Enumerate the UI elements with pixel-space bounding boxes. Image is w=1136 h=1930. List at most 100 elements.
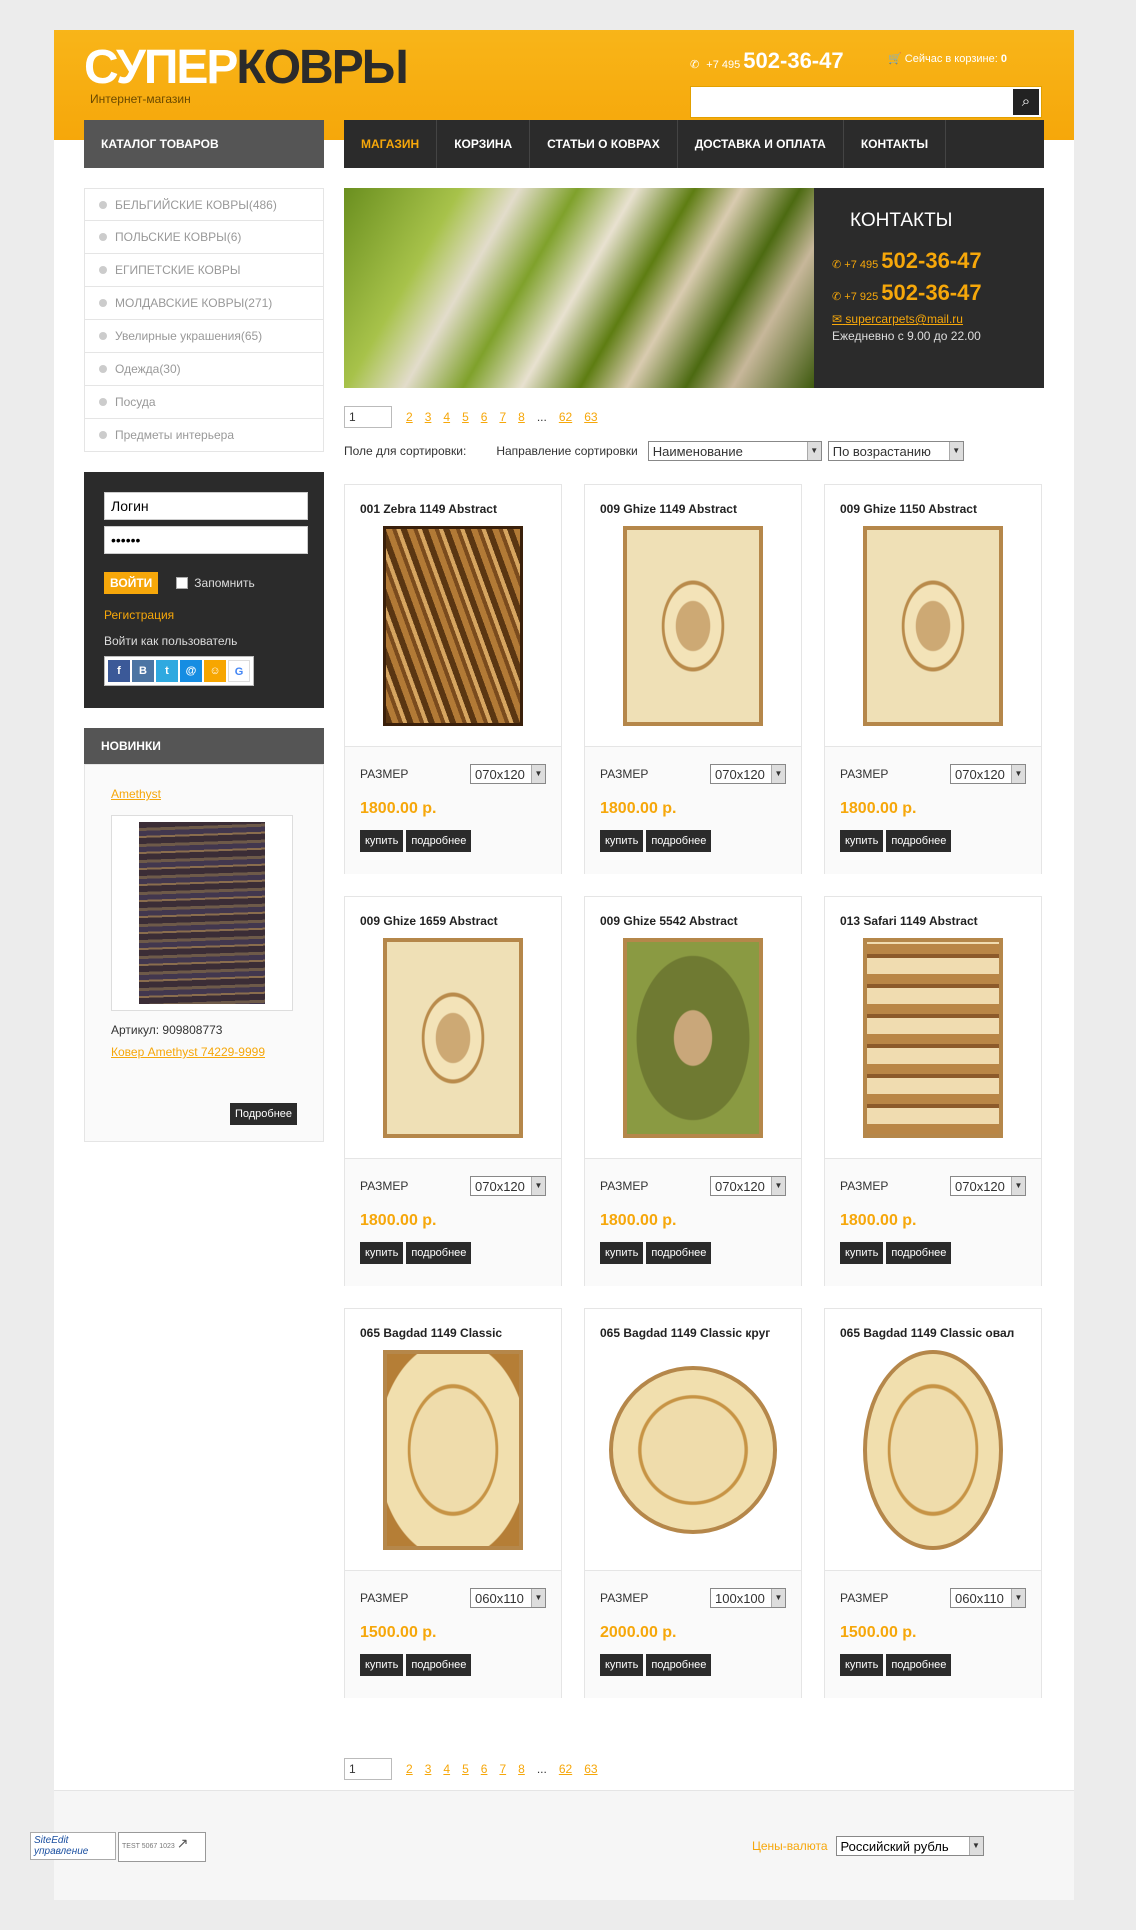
buy-button[interactable]: купить xyxy=(600,830,644,852)
category-item[interactable]: Одежда(30) xyxy=(84,353,324,386)
product-title[interactable]: 009 Ghize 1149 Abstract xyxy=(585,485,801,516)
remember-checkbox[interactable] xyxy=(176,577,189,589)
product-title[interactable]: 013 Safari 1149 Abstract xyxy=(825,897,1041,928)
new-item-image[interactable] xyxy=(111,815,293,1011)
page-link[interactable]: 3 xyxy=(425,1762,432,1776)
username-field[interactable] xyxy=(104,492,308,520)
product-title[interactable]: 009 Ghize 1659 Abstract xyxy=(345,897,561,928)
details-button[interactable]: подробнее xyxy=(406,1654,472,1676)
page-link[interactable]: 2 xyxy=(406,410,413,424)
page-link[interactable]: 63 xyxy=(584,1762,597,1776)
size-select[interactable]: 060x110 ▼ xyxy=(950,1588,1026,1608)
site-logo[interactable]: СУПЕРКОВРЫ xyxy=(84,44,409,92)
counter-badge[interactable]: TEST 5067 1023 ↗ xyxy=(118,1832,206,1862)
size-select[interactable]: 100x100 ▼ xyxy=(710,1588,786,1608)
page-link[interactable]: 7 xyxy=(499,410,506,424)
cart-status[interactable]: 🛒 Сейчас в корзине: 0 xyxy=(888,52,1007,65)
details-button[interactable]: подробнее xyxy=(646,1654,712,1676)
buy-button[interactable]: купить xyxy=(600,1242,644,1264)
product-image[interactable] xyxy=(345,1344,561,1556)
mailru-icon[interactable]: @ xyxy=(180,660,202,682)
facebook-icon[interactable]: f xyxy=(108,660,130,682)
category-item[interactable]: Посуда xyxy=(84,386,324,419)
login-button[interactable]: ВОЙТИ xyxy=(104,572,159,594)
category-item[interactable]: ЕГИПЕТСКИЕ КОВРЫ xyxy=(84,254,324,287)
product-image[interactable] xyxy=(345,932,561,1144)
details-button[interactable]: подробнее xyxy=(886,1242,952,1264)
search-input[interactable] xyxy=(691,87,1011,117)
product-title[interactable]: 009 Ghize 5542 Abstract xyxy=(585,897,801,928)
buy-button[interactable]: купить xyxy=(840,1242,884,1264)
page-link[interactable]: 6 xyxy=(481,410,488,424)
page-link[interactable]: 5 xyxy=(462,1762,469,1776)
page-link[interactable]: 62 xyxy=(559,1762,572,1776)
buy-button[interactable]: купить xyxy=(360,1654,404,1676)
size-select[interactable]: 070x120 ▼ xyxy=(710,1176,786,1196)
details-button[interactable]: подробнее xyxy=(886,1654,952,1676)
odnoklassniki-icon[interactable]: ☺ xyxy=(204,660,226,682)
details-button[interactable]: подробнее xyxy=(886,830,952,852)
category-item[interactable]: Предметы интерьера xyxy=(84,419,324,452)
nav-delivery[interactable]: ДОСТАВКА И ОПЛАТА xyxy=(678,120,844,168)
category-item[interactable]: МОЛДАВСКИЕ КОВРЫ(271) xyxy=(84,287,324,320)
size-select[interactable]: 070x120 ▼ xyxy=(710,764,786,784)
page-link[interactable]: 8 xyxy=(518,1762,525,1776)
category-item[interactable]: БЕЛЬГИЙСКИЕ КОВРЫ(486) xyxy=(84,188,324,221)
product-image[interactable] xyxy=(825,520,1041,732)
product-image[interactable] xyxy=(585,1344,801,1556)
register-link[interactable]: Регистрация xyxy=(104,608,304,622)
search-button[interactable]: ⌕ xyxy=(1013,89,1039,115)
details-button[interactable]: подробнее xyxy=(646,1242,712,1264)
page-link[interactable]: 5 xyxy=(462,410,469,424)
page-link[interactable]: 8 xyxy=(518,410,525,424)
nav-contacts[interactable]: КОНТАКТЫ xyxy=(844,120,947,168)
page-input[interactable]: 1 xyxy=(344,406,392,428)
siteedit-badge[interactable]: SiteEdit управление xyxy=(30,1832,116,1860)
sort-direction-select[interactable]: По возрастанию ▼ xyxy=(827,441,964,461)
category-item[interactable]: Увелирные украшения(65) xyxy=(84,320,324,353)
buy-button[interactable]: купить xyxy=(840,830,884,852)
details-button[interactable]: подробнее xyxy=(646,830,712,852)
product-image[interactable] xyxy=(345,520,561,732)
product-title[interactable]: 065 Bagdad 1149 Classic круг xyxy=(585,1309,801,1340)
category-item[interactable]: ПОЛЬСКИЕ КОВРЫ(6) xyxy=(84,221,324,254)
buy-button[interactable]: купить xyxy=(360,1242,404,1264)
product-title[interactable]: 065 Bagdad 1149 Classic xyxy=(345,1309,561,1340)
product-image[interactable] xyxy=(825,932,1041,1144)
new-item-product-link[interactable]: Ковер Amethyst 74229-9999 xyxy=(111,1045,297,1059)
details-button[interactable]: подробнее xyxy=(406,830,472,852)
nav-cart[interactable]: КОРЗИНА xyxy=(437,120,531,168)
buy-button[interactable]: купить xyxy=(360,830,404,852)
buy-button[interactable]: купить xyxy=(840,1654,884,1676)
google-icon[interactable]: G xyxy=(228,660,250,682)
new-item-more-button[interactable]: Подробнее xyxy=(229,1103,297,1125)
product-title[interactable]: 065 Bagdad 1149 Classic овал xyxy=(825,1309,1041,1340)
page-link[interactable]: 3 xyxy=(425,410,432,424)
page-input[interactable]: 1 xyxy=(344,1758,392,1780)
page-link[interactable]: 63 xyxy=(584,410,597,424)
page-link[interactable]: 4 xyxy=(443,1762,450,1776)
size-select[interactable]: 070x120 ▼ xyxy=(950,1176,1026,1196)
details-button[interactable]: подробнее xyxy=(406,1242,472,1264)
banner-email[interactable]: ✉ supercarpets@mail.ru xyxy=(832,312,1026,326)
twitter-icon[interactable]: t xyxy=(156,660,178,682)
vkontakte-icon[interactable]: B xyxy=(132,660,154,682)
product-image[interactable] xyxy=(825,1344,1041,1556)
size-select[interactable]: 060x110 ▼ xyxy=(470,1588,546,1608)
password-field[interactable] xyxy=(104,526,308,554)
nav-shop[interactable]: МАГАЗИН xyxy=(344,120,438,168)
page-link[interactable]: 6 xyxy=(481,1762,488,1776)
sort-field-select[interactable]: Наименование ▼ xyxy=(647,441,822,461)
page-link[interactable]: 4 xyxy=(443,410,450,424)
product-title[interactable]: 009 Ghize 1150 Abstract xyxy=(825,485,1041,516)
product-image[interactable] xyxy=(585,932,801,1144)
product-image[interactable] xyxy=(585,520,801,732)
size-select[interactable]: 070x120 ▼ xyxy=(950,764,1026,784)
new-item-name-link[interactable]: Amethyst xyxy=(111,787,161,801)
size-select[interactable]: 070x120 ▼ xyxy=(470,1176,546,1196)
page-link[interactable]: 7 xyxy=(499,1762,506,1776)
currency-select[interactable]: Российский рубль ▼ xyxy=(835,1836,984,1856)
product-title[interactable]: 001 Zebra 1149 Abstract xyxy=(345,485,561,516)
size-select[interactable]: 070x120 ▼ xyxy=(470,764,546,784)
nav-articles[interactable]: СТАТЬИ О КОВРАХ xyxy=(530,120,678,168)
